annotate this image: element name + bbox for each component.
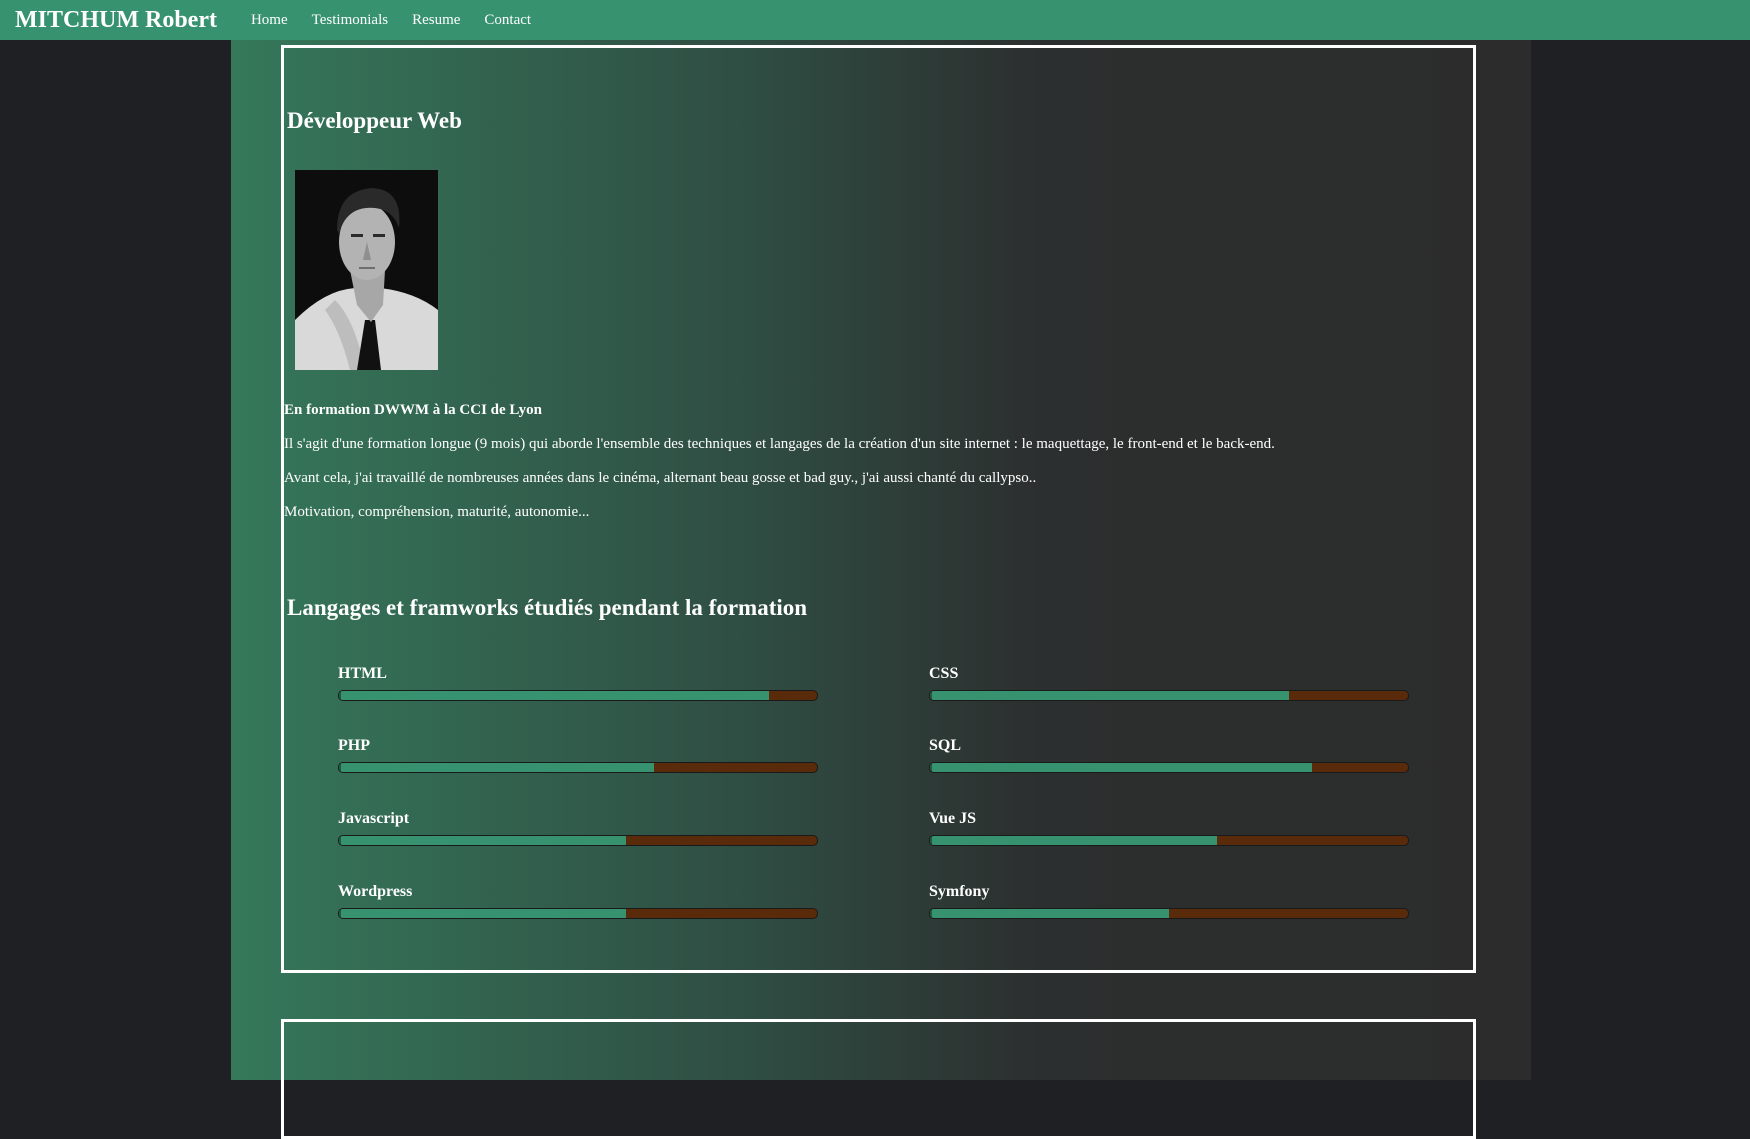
skills-heading: Langages et framworks étudiés pendant la… [287, 595, 808, 620]
job-title: Développeur Web [287, 108, 462, 133]
skill-progress-bar [929, 762, 1409, 773]
skill-progress-bar [338, 908, 818, 919]
skill-symfony: Symfony [929, 882, 1409, 919]
skill-progress-fill [339, 763, 655, 772]
intro-text: En formation DWWM à la CCI de Lyon Il s'… [284, 401, 1464, 537]
skill-label: Vue JS [929, 810, 976, 827]
skill-html: HTML [338, 664, 818, 701]
skill-label: SQL [929, 737, 962, 754]
top-navbar: MITCHUM Robert Home Testimonials Resume … [0, 0, 1750, 40]
nav-links: Home Testimonials Resume Contact [239, 12, 543, 29]
skill-label: Javascript [338, 810, 410, 827]
nav-link-testimonials[interactable]: Testimonials [300, 12, 400, 29]
skill-progress-fill [339, 836, 626, 845]
skill-progress-fill [930, 763, 1313, 772]
skill-progress-bar [929, 835, 1409, 846]
nav-link-home[interactable]: Home [239, 12, 300, 29]
intro-paragraph: Motivation, compréhension, maturité, aut… [284, 504, 590, 520]
skill-label: Symfony [929, 883, 990, 900]
skill-progress-fill [930, 909, 1169, 918]
skill-progress-bar [338, 690, 818, 701]
skill-progress-fill [930, 836, 1217, 845]
main-column: Développeur Web En formation DWWM à la C… [231, 40, 1531, 1139]
skill-progress-bar [338, 835, 818, 846]
about-card: Développeur Web En formation DWWM à la C… [281, 45, 1476, 973]
skill-wordpress: Wordpress [338, 882, 818, 919]
intro-paragraph: Avant cela, j'ai travaillé de nombreuses… [284, 470, 1037, 486]
skill-label: PHP [338, 737, 370, 754]
skill-progress-bar [929, 690, 1409, 701]
site-brand[interactable]: MITCHUM Robert [15, 7, 217, 34]
skill-progress-fill [930, 691, 1289, 700]
skill-javascript: Javascript [338, 809, 818, 846]
skill-label: CSS [929, 665, 959, 682]
skill-css: CSS [929, 664, 1409, 701]
training-headline: En formation DWWM à la CCI de Lyon [284, 402, 542, 418]
skill-progress-fill [339, 691, 770, 700]
skill-progress-bar [338, 762, 818, 773]
skill-progress-bar [929, 908, 1409, 919]
portrait-image [295, 170, 438, 370]
skill-vuejs: Vue JS [929, 809, 1409, 846]
skill-sql: SQL [929, 736, 1409, 773]
nav-link-resume[interactable]: Resume [400, 12, 472, 29]
nav-link-contact[interactable]: Contact [472, 12, 543, 29]
skill-label: HTML [338, 665, 387, 682]
next-section-card [281, 1019, 1476, 1139]
skill-progress-fill [339, 909, 626, 918]
intro-paragraph: Il s'agit d'une formation longue (9 mois… [284, 436, 1275, 452]
portrait-photo [295, 170, 438, 370]
skill-label: Wordpress [338, 883, 413, 900]
skill-php: PHP [338, 736, 818, 773]
